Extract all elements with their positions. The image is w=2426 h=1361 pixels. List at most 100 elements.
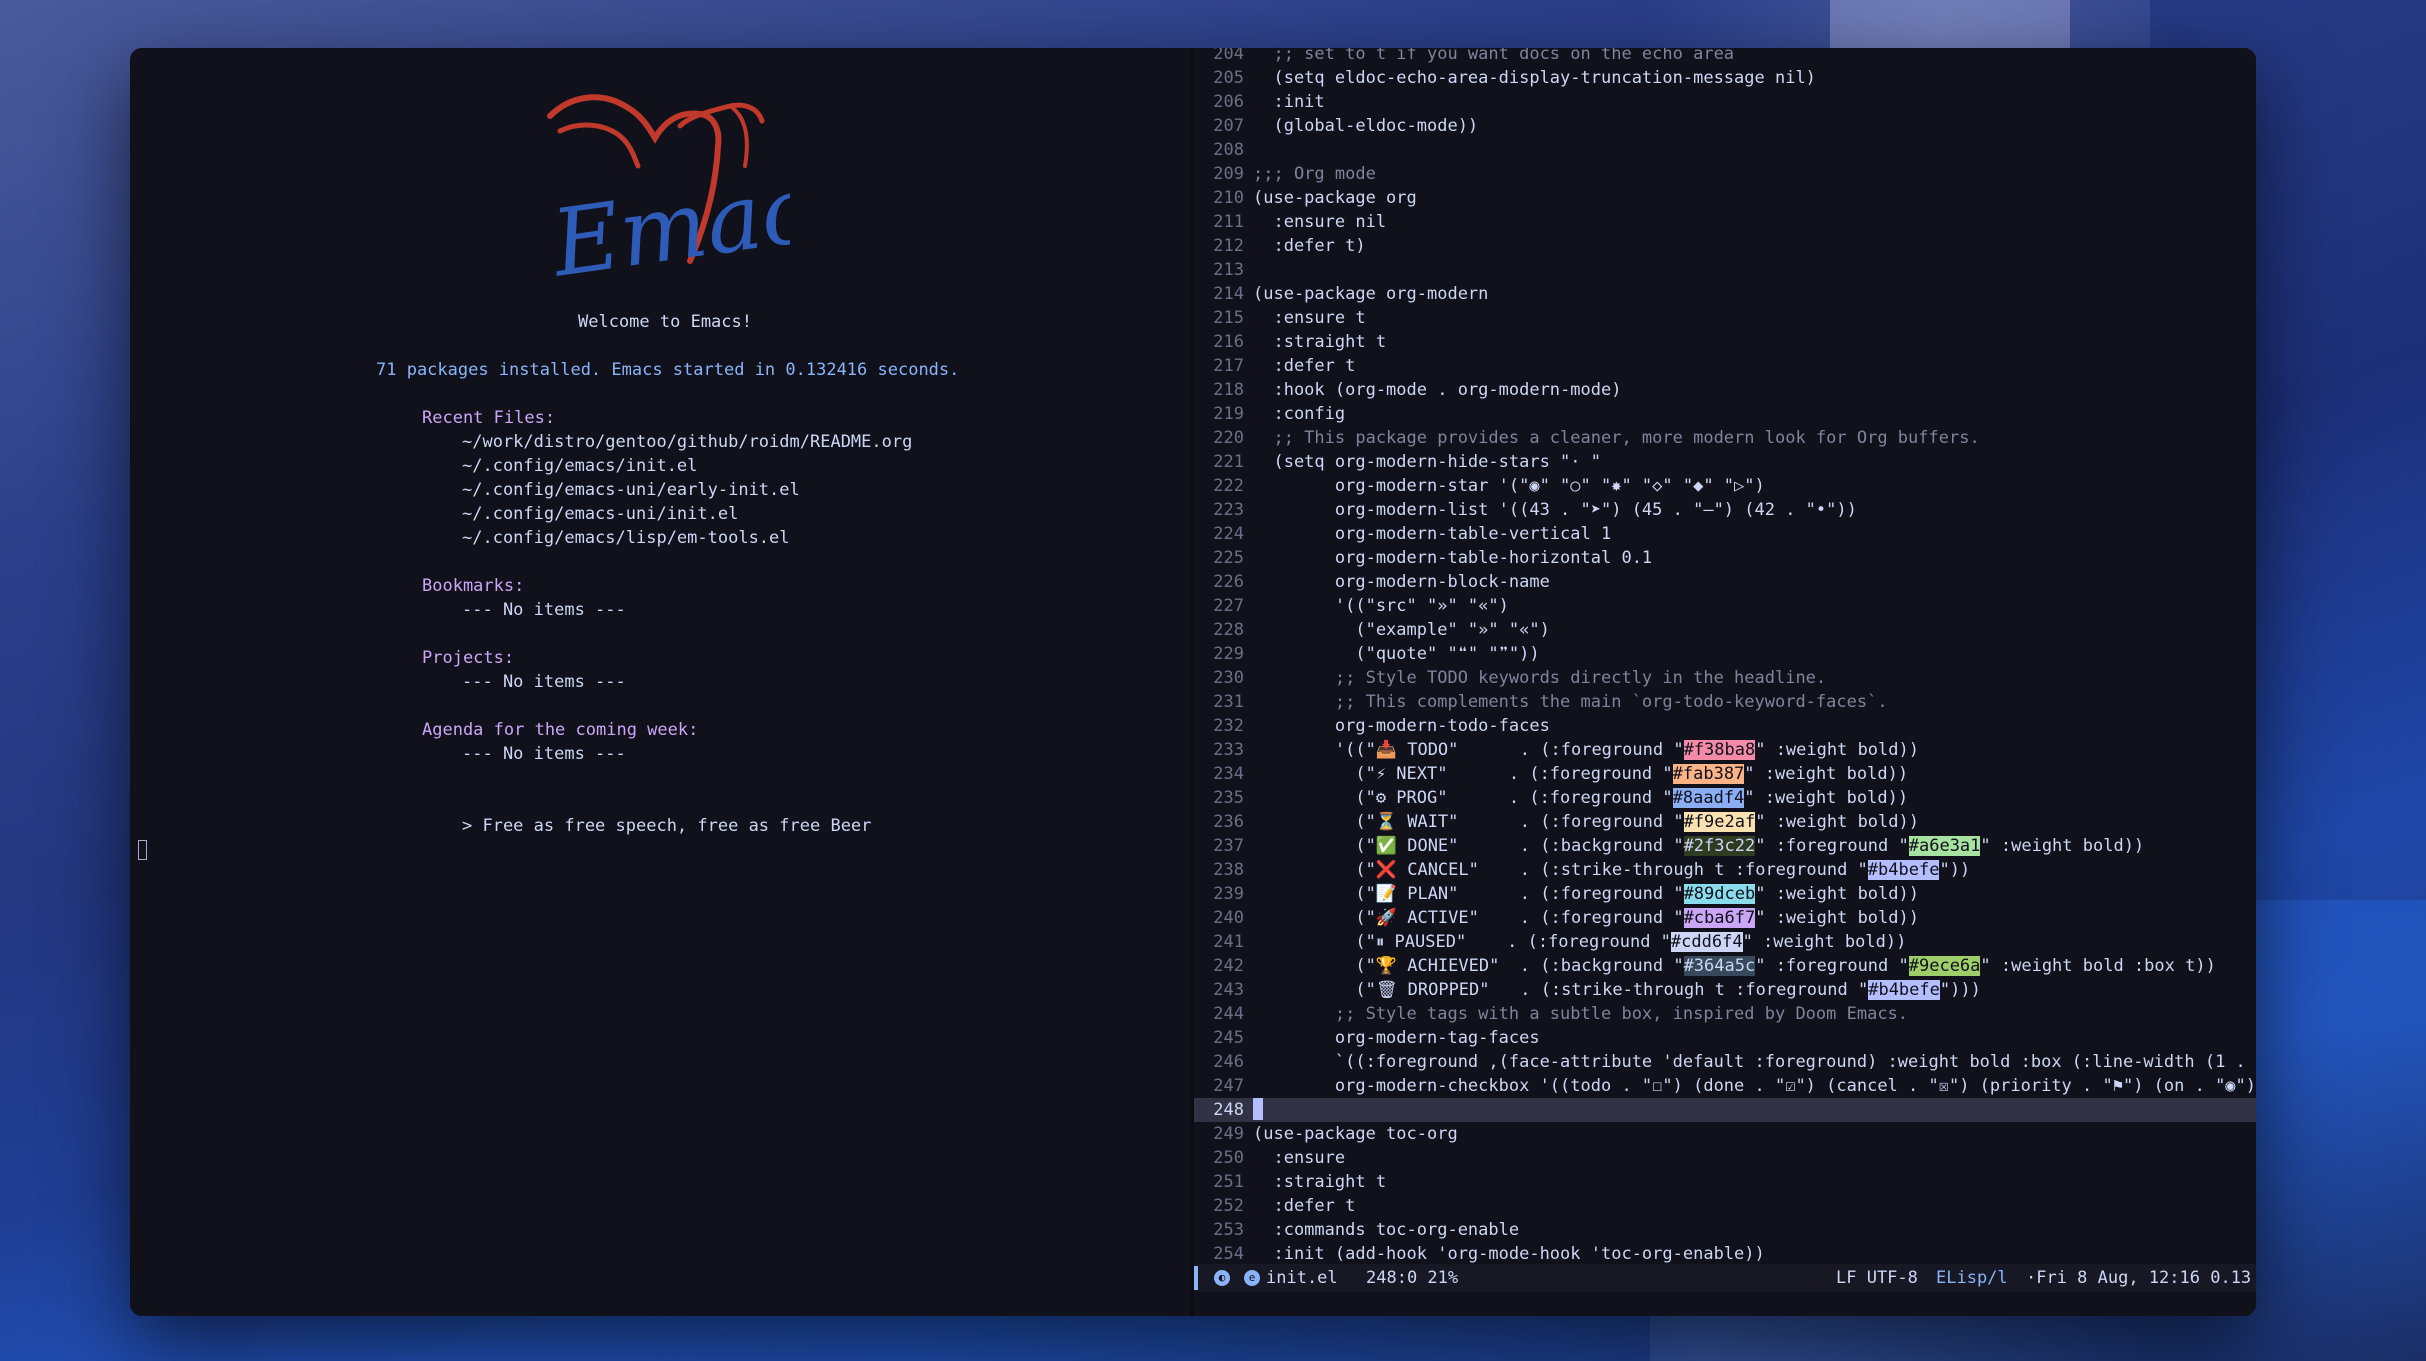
line-number: 218 — [1213, 380, 1244, 400]
code-line[interactable]: 218 :hook (org-mode . org-modern-mode) — [1194, 378, 2256, 402]
projects-heading[interactable]: Projects: — [422, 648, 514, 668]
code-line[interactable]: 205 (setq eldoc-echo-area-display-trunca… — [1194, 66, 2256, 90]
code-line[interactable]: 217 :defer t — [1194, 354, 2256, 378]
line-text: :ensure t — [1253, 308, 1366, 328]
code-line[interactable]: 238 ("❌ CANCEL" . (:strike-through t :fo… — [1194, 858, 2256, 882]
code-line[interactable]: 234 ("⚡ NEXT" . (:foreground "#fab387" :… — [1194, 762, 2256, 786]
recent-file-item[interactable]: ~/work/distro/gentoo/github/roidm/README… — [462, 432, 912, 452]
line-number: 231 — [1213, 692, 1244, 712]
code-line[interactable]: 225 org-modern-table-horizontal 0.1 — [1194, 546, 2256, 570]
code-line[interactable]: 227 '(("src" "»" "«") — [1194, 594, 2256, 618]
code-line[interactable]: 224 org-modern-table-vertical 1 — [1194, 522, 2256, 546]
recent-file-item[interactable]: ~/.config/emacs-uni/early-init.el — [462, 480, 800, 500]
code-line[interactable]: 214 (use-package org-modern — [1194, 282, 2256, 306]
code-line[interactable]: 209 ;;; Org mode — [1194, 162, 2256, 186]
line-text: :defer t — [1253, 1196, 1356, 1216]
code-line[interactable]: 243 ("🗑 DROPPED" . (:strike-through t :f… — [1194, 978, 2256, 1002]
line-text: ("example" "»" "«") — [1253, 620, 1550, 640]
code-line[interactable]: 222 org-modern-star '("◉" "○" "✸" "◇" "◆… — [1194, 474, 2256, 498]
recent-file-item[interactable]: ~/.config/emacs/init.el — [462, 456, 697, 476]
dashboard-pane[interactable]: Emacs Welcome to Emacs! 71 packages inst… — [130, 48, 1190, 1316]
code-line[interactable]: 223 org-modern-list '((43 . "➤") (45 . "… — [1194, 498, 2256, 522]
code-line[interactable]: 207 (global-eldoc-mode)) — [1194, 114, 2256, 138]
code-line[interactable]: 235 ("⚙ PROG" . (:foreground "#8aadf4" :… — [1194, 786, 2256, 810]
code-line[interactable]: 230 ;; Style TODO keywords directly in t… — [1194, 666, 2256, 690]
line-number: 251 — [1213, 1172, 1244, 1192]
recent-files-heading[interactable]: Recent Files: — [422, 408, 555, 428]
code-line[interactable]: 254 :init (add-hook 'org-mode-hook 'toc-… — [1194, 1242, 2256, 1264]
line-text: (use-package org-modern — [1253, 284, 1489, 304]
line-number: 243 — [1213, 980, 1244, 1000]
emacs-window: Emacs Welcome to Emacs! 71 packages inst… — [130, 48, 2256, 1316]
code-line[interactable]: 246 `((:foreground ,(face-attribute 'def… — [1194, 1050, 2256, 1074]
code-line[interactable]: 231 ;; This complements the main `org-to… — [1194, 690, 2256, 714]
code-line[interactable]: 215 :ensure t — [1194, 306, 2256, 330]
code-line[interactable]: 229 ("quote" "❝" "❞")) — [1194, 642, 2256, 666]
line-number: 220 — [1213, 428, 1244, 448]
code-line[interactable]: 252 :defer t — [1194, 1194, 2256, 1218]
emacs-logo: Emacs — [544, 94, 790, 296]
code-line[interactable]: 250 :ensure — [1194, 1146, 2256, 1170]
code-line[interactable]: 244 ;; Style tags with a subtle box, ins… — [1194, 1002, 2256, 1026]
code-line[interactable]: 216 :straight t — [1194, 330, 2256, 354]
bookmarks-heading[interactable]: Bookmarks: — [422, 576, 524, 596]
code-line[interactable]: 242 ("🏆 ACHIEVED" . (:background "#364a5… — [1194, 954, 2256, 978]
code-line[interactable]: 211 :ensure nil — [1194, 210, 2256, 234]
line-number: 208 — [1213, 140, 1244, 160]
code-line[interactable]: 228 ("example" "»" "«") — [1194, 618, 2256, 642]
code-line[interactable]: 213 — [1194, 258, 2256, 282]
code-buffer[interactable]: 204 ;; set to t if you want docs on the … — [1194, 48, 2256, 1264]
line-text: org-modern-block-name — [1253, 572, 1550, 592]
line-text: org-modern-list '((43 . "➤") (45 . "–") … — [1253, 500, 1857, 520]
code-line[interactable]: 221 (setq org-modern-hide-stars "· " — [1194, 450, 2256, 474]
line-text: :ensure — [1253, 1148, 1346, 1168]
current-line[interactable]: 248 — [1194, 1098, 2256, 1122]
code-line[interactable]: 206 :init — [1194, 90, 2256, 114]
code-line[interactable]: 239 ("📝 PLAN" . (:foreground "#89dceb" :… — [1194, 882, 2256, 906]
code-line[interactable]: 226 org-modern-block-name — [1194, 570, 2256, 594]
modeline-major-mode[interactable]: ELisp/l — [1936, 1264, 2008, 1292]
code-line[interactable]: 237 ("✅ DONE" . (:background "#2f3c22" :… — [1194, 834, 2256, 858]
code-line[interactable]: 219 :config — [1194, 402, 2256, 426]
line-text: :defer t — [1253, 356, 1356, 376]
line-number: 245 — [1213, 1028, 1244, 1048]
code-line[interactable]: 220 ;; This package provides a cleaner, … — [1194, 426, 2256, 450]
line-number: 224 — [1213, 524, 1244, 544]
code-line[interactable]: 233 '(("📥 TODO" . (:foreground "#f38ba8"… — [1194, 738, 2256, 762]
code-line[interactable]: 240 ("🚀 ACTIVE" . (:foreground "#cba6f7"… — [1194, 906, 2256, 930]
code-line[interactable]: 251 :straight t — [1194, 1170, 2256, 1194]
modeline-encoding[interactable]: LF UTF-8 — [1836, 1264, 1918, 1292]
line-number: 240 — [1213, 908, 1244, 928]
dashboard-footer[interactable]: > Free as free speech, free as free Beer — [462, 816, 871, 836]
recent-file-item[interactable]: ~/.config/emacs/lisp/em-tools.el — [462, 528, 790, 548]
line-text: '(("src" "»" "«") — [1253, 596, 1509, 616]
code-line[interactable]: 232 org-modern-todo-faces — [1194, 714, 2256, 738]
line-number: 230 — [1213, 668, 1244, 688]
startup-info: 71 packages installed. Emacs started in … — [376, 360, 960, 380]
line-text: org-modern-tag-faces — [1253, 1028, 1540, 1048]
line-number: 204 — [1213, 48, 1244, 64]
line-number: 232 — [1213, 716, 1244, 736]
line-text: org-modern-todo-faces — [1253, 716, 1550, 736]
modeline-buffer-name[interactable]: init.el — [1266, 1264, 1338, 1292]
line-text: ;;; Org mode — [1253, 164, 1376, 184]
line-number: 233 — [1213, 740, 1244, 760]
recent-file-item[interactable]: ~/.config/emacs-uni/init.el — [462, 504, 738, 524]
editor-pane[interactable]: 204 ;; set to t if you want docs on the … — [1194, 48, 2256, 1316]
code-line[interactable]: 253 :commands toc-org-enable — [1194, 1218, 2256, 1242]
line-number: 210 — [1213, 188, 1244, 208]
code-line[interactable]: 249 (use-package toc-org — [1194, 1122, 2256, 1146]
code-line[interactable]: 212 :defer t) — [1194, 234, 2256, 258]
line-number: 215 — [1213, 308, 1244, 328]
line-number: 217 — [1213, 356, 1244, 376]
code-line[interactable]: 208 — [1194, 138, 2256, 162]
code-line[interactable]: 247 org-modern-checkbox '((todo . "☐") (… — [1194, 1074, 2256, 1098]
line-number: 246 — [1213, 1052, 1244, 1072]
agenda-heading[interactable]: Agenda for the coming week: — [422, 720, 698, 740]
code-line[interactable]: 236 ("⏳ WAIT" . (:foreground "#f9e2af" :… — [1194, 810, 2256, 834]
code-line[interactable]: 245 org-modern-tag-faces — [1194, 1026, 2256, 1050]
code-line[interactable]: 204 ;; set to t if you want docs on the … — [1194, 48, 2256, 66]
code-line[interactable]: 241 ("⏸ PAUSED" . (:foreground "#cdd6f4"… — [1194, 930, 2256, 954]
code-line[interactable]: 210 (use-package org — [1194, 186, 2256, 210]
minibuffer[interactable] — [1194, 1292, 2256, 1316]
